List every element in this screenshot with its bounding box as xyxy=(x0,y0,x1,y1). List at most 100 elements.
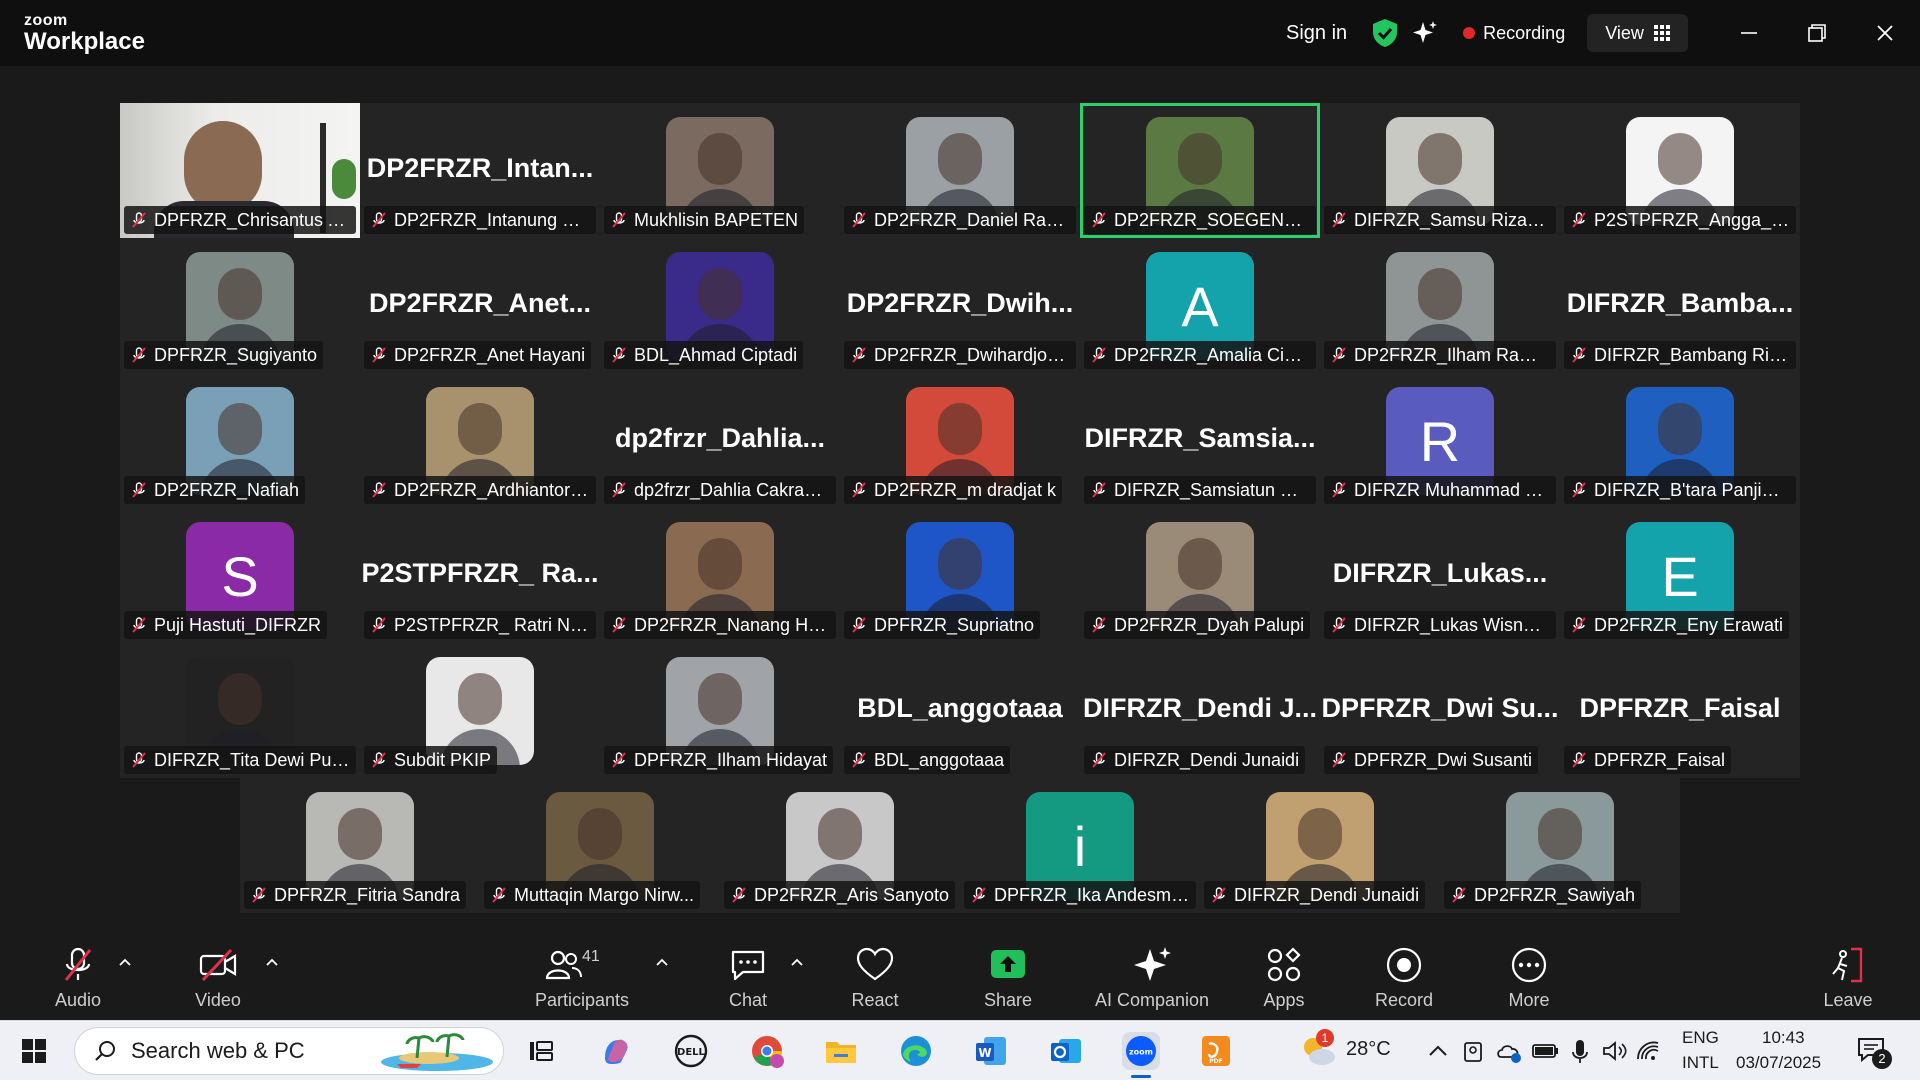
pdf-app-icon[interactable]: PDF xyxy=(1197,1032,1235,1070)
windows-start-icon[interactable] xyxy=(22,1039,46,1063)
participant-tile[interactable]: Mukhlisin BAPETEN xyxy=(600,103,840,238)
word-icon[interactable]: W xyxy=(972,1032,1010,1070)
view-button[interactable]: View xyxy=(1587,14,1688,52)
participant-tile[interactable]: Subdit PKIP xyxy=(360,643,600,778)
participant-tile[interactable]: P2STPFRZR_Angga_Ka... xyxy=(1560,103,1800,238)
participant-tile[interactable]: DIFRZR_Tita Dewi Pus... xyxy=(120,643,360,778)
participant-tile[interactable]: DP2FRZR_SOEGENG RAH... xyxy=(1080,103,1320,238)
participant-tile[interactable]: i DPFRZR_Ika Andesma... xyxy=(960,778,1200,913)
outlook-icon[interactable] xyxy=(1047,1032,1085,1070)
participant-tile[interactable]: S Puji Hastuti_DIFRZR xyxy=(120,508,360,643)
file-explorer-icon[interactable] xyxy=(822,1032,860,1070)
weather-temperature[interactable]: 28°C xyxy=(1346,1038,1391,1061)
close-icon[interactable] xyxy=(1868,16,1902,50)
copilot-icon[interactable] xyxy=(597,1032,635,1070)
participant-tile[interactable]: DP2FRZR_Anet... DP2FRZR_Anet Hayani xyxy=(360,238,600,373)
chrome-profile-icon[interactable] xyxy=(748,1032,786,1070)
participant-tile[interactable]: DIFRZR_Dendi Junaidi xyxy=(1200,778,1440,913)
chat-options-chevron-up-icon[interactable] xyxy=(789,954,805,970)
participant-tile[interactable]: DP2FRZR_Sawiyah xyxy=(1440,778,1680,913)
participant-tile[interactable]: BDL_anggotaaa BDL_anggotaaa xyxy=(840,643,1080,778)
audio-options-chevron-up-icon[interactable] xyxy=(117,954,133,970)
apps-button[interactable]: Apps xyxy=(1260,930,1308,1020)
minimize-icon[interactable] xyxy=(1732,16,1766,50)
share-button[interactable]: Share xyxy=(980,930,1036,1020)
restore-icon[interactable] xyxy=(1800,16,1834,50)
participants-button[interactable]: 41 Participants xyxy=(530,930,634,1020)
recording-indicator[interactable]: Recording xyxy=(1449,14,1579,52)
video-button[interactable]: Video xyxy=(188,930,248,1020)
participant-tile[interactable]: DP2FRZR_Nafiah xyxy=(120,373,360,508)
meet-now-icon[interactable] xyxy=(1460,1033,1488,1069)
participant-tile[interactable]: DPFRZR_Faisal DPFRZR_Faisal xyxy=(1560,643,1800,778)
participant-tile[interactable]: R DIFRZR Muhammad Ri... xyxy=(1320,373,1560,508)
participant-tile[interactable]: DPFRZR_Dwi Su... DPFRZR_Dwi Susanti xyxy=(1320,643,1560,778)
weather-widget-icon[interactable]: 1 xyxy=(1298,1029,1338,1071)
participant-tile[interactable]: E DP2FRZR_Eny Erawati xyxy=(1560,508,1800,643)
keyboard-layout[interactable]: INTL xyxy=(1682,1053,1719,1073)
participant-tile[interactable]: Muttaqin Margo Nirw... xyxy=(480,778,720,913)
wifi-icon[interactable] xyxy=(1634,1033,1662,1069)
participant-tile[interactable]: DP2FRZR_Dyah Palupi xyxy=(1080,508,1320,643)
input-language[interactable]: ENG xyxy=(1682,1028,1719,1048)
mic-muted-icon xyxy=(492,887,506,903)
participant-display-name: DP2FRZR_Anet... xyxy=(368,288,592,318)
ai-sparkle-icon[interactable] xyxy=(1411,19,1439,47)
participant-tile[interactable]: DP2FRZR_Ilham Rama... xyxy=(1320,238,1560,373)
notification-center-button[interactable]: 2 xyxy=(1856,1035,1892,1069)
participant-name-label: DPFRZR_Supriatno xyxy=(844,611,1041,639)
participant-tile[interactable]: DP2FRZR_Aris Sanyoto xyxy=(720,778,960,913)
sign-in-button[interactable]: Sign in xyxy=(1268,22,1365,45)
dell-icon[interactable]: DELL xyxy=(672,1032,710,1070)
more-button[interactable]: More xyxy=(1505,930,1553,1020)
audio-label: Audio xyxy=(54,990,102,1010)
participant-tile[interactable]: DP2FRZR_Intan... DP2FRZR_Intanung Sy... xyxy=(360,103,600,238)
battery-icon[interactable] xyxy=(1530,1033,1560,1069)
participant-tile[interactable]: DIFRZR_Bamba... DIFRZR_Bambang Riyo... xyxy=(1560,238,1800,373)
ai-companion-button[interactable]: AI Companion xyxy=(1094,930,1210,1020)
audio-button[interactable]: Audio xyxy=(50,930,106,1020)
participant-tile[interactable]: DPFRZR_Sugiyanto xyxy=(120,238,360,373)
participant-tile[interactable]: DIFRZR_Samsu Riza Wi... xyxy=(1320,103,1560,238)
participant-tile[interactable]: DP2FRZR_m dradjat k xyxy=(840,373,1080,508)
zoom-taskbar-app[interactable]: zoom xyxy=(1122,1032,1160,1078)
participant-name: Puji Hastuti_DIFRZR xyxy=(154,614,322,635)
participant-tile[interactable]: DP2FRZR_Daniel Rawi... xyxy=(840,103,1080,238)
participant-name-label: DP2FRZR_Nanang Her... xyxy=(604,611,836,639)
participant-tile[interactable]: BDL_Ahmad Ciptadi xyxy=(600,238,840,373)
chat-button[interactable]: Chat xyxy=(725,930,771,1020)
record-button[interactable]: Record xyxy=(1374,930,1434,1020)
speaker-icon[interactable] xyxy=(1600,1033,1628,1069)
participant-tile[interactable]: DIFRZR_Dendi J... DIFRZR_Dendi Junaidi xyxy=(1080,643,1320,778)
participant-tile[interactable]: DPFRZR_Chrisantus Ar... xyxy=(120,103,360,238)
clock-time[interactable]: 10:43 xyxy=(1762,1028,1805,1048)
participant-tile[interactable]: DPFRZR_Ilham Hidayat xyxy=(600,643,840,778)
microphone-tray-icon[interactable] xyxy=(1566,1033,1594,1069)
participant-name: DIFRZR_Dendi Junaidi xyxy=(1234,884,1420,905)
participant-tile[interactable]: DPFRZR_Supriatno xyxy=(840,508,1080,643)
video-options-chevron-up-icon[interactable] xyxy=(264,954,280,970)
participant-tile[interactable]: DP2FRZR_Dwih... DP2FRZR_Dwihardjo R... xyxy=(840,238,1080,373)
participant-tile[interactable]: dp2frzr_Dahlia... dp2frzr_Dahlia Cakraw..… xyxy=(600,373,840,508)
participants-options-chevron-up-icon[interactable] xyxy=(654,954,670,970)
participant-tile[interactable]: DP2FRZR_Nanang Her... xyxy=(600,508,840,643)
participant-tile[interactable]: DIFRZR_Samsia... DIFRZR_Samsiatun Mu... xyxy=(1080,373,1320,508)
participant-name: DP2FRZR_Anet Hayani xyxy=(394,344,586,365)
task-view-icon[interactable] xyxy=(522,1032,560,1070)
shield-check-icon[interactable] xyxy=(1371,18,1399,48)
cloud-sync-icon[interactable] xyxy=(1494,1033,1524,1069)
leave-button[interactable]: Leave xyxy=(1822,930,1874,1020)
tray-chevron-up-icon[interactable] xyxy=(1424,1033,1452,1069)
react-button[interactable]: React xyxy=(850,930,900,1020)
participant-tile[interactable]: DIFRZR_B'tara Panjiwe... xyxy=(1560,373,1800,508)
participant-tile[interactable]: P2STPFRZR_ Ra... P2STPFRZR_ Ratri Nur... xyxy=(360,508,600,643)
edge-icon[interactable] xyxy=(897,1032,935,1070)
participant-display-name: DP2FRZR_Intan... xyxy=(366,153,594,183)
clock-date[interactable]: 03/07/2025 xyxy=(1736,1053,1821,1073)
participant-display-name: DIFRZR_Samsia... xyxy=(1084,423,1316,453)
participant-tile[interactable]: DIFRZR_Lukas... DIFRZR_Lukas Wisnu ... xyxy=(1320,508,1560,643)
participant-tile[interactable]: A DP2FRZR_Amalia Cipta... xyxy=(1080,238,1320,373)
participant-tile[interactable]: DP2FRZR_Ardhiantoro ... xyxy=(360,373,600,508)
participant-tile[interactable]: DPFRZR_Fitria Sandra xyxy=(240,778,480,913)
taskbar-search-box[interactable]: Search web & PC xyxy=(74,1027,504,1075)
